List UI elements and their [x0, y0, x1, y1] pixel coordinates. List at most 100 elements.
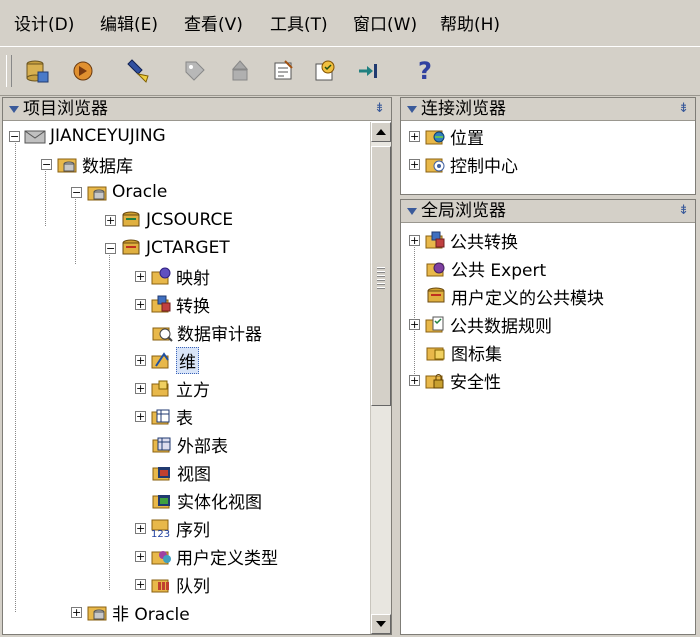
- tree-node-locations[interactable]: + 位置: [409, 124, 484, 149]
- tree-node-sequences[interactable]: + 123 序列: [135, 516, 210, 541]
- help-glyph: ?: [418, 57, 432, 85]
- tree-node-public-transformations[interactable]: + 公共转换: [409, 228, 518, 253]
- tree-label: 非 Oracle: [112, 604, 190, 625]
- tree-node-project[interactable]: − JIANCEYUJING: [9, 124, 166, 148]
- tree-node-tables[interactable]: + 表: [135, 404, 193, 429]
- expand-toggle[interactable]: +: [409, 158, 420, 170]
- transformation-icon: [424, 230, 446, 250]
- project-tree-scrollbar[interactable]: [370, 122, 391, 634]
- validate-icon[interactable]: [310, 56, 340, 86]
- tree-node-transformations[interactable]: + 转换: [135, 292, 210, 317]
- collapse-toggle[interactable]: −: [41, 158, 52, 170]
- collapse-toggle[interactable]: −: [71, 186, 82, 198]
- expand-toggle[interactable]: +: [409, 374, 420, 386]
- expand-toggle[interactable]: +: [135, 382, 146, 394]
- tree-node-user-defined-public-modules[interactable]: 用户定义的公共模块: [425, 284, 604, 309]
- expand-toggle[interactable]: +: [135, 270, 146, 282]
- menu-window[interactable]: 窗口(W): [353, 10, 417, 35]
- collapse-triangle-icon[interactable]: [9, 105, 19, 113]
- materialized-view-icon: [151, 490, 173, 510]
- properties-icon[interactable]: [268, 56, 298, 86]
- menu-design[interactable]: 设计(D): [14, 10, 74, 35]
- database-folder-icon: [56, 154, 78, 174]
- tree-label: 序列: [176, 520, 210, 541]
- global-browser-title: 全局浏览器: [421, 201, 506, 221]
- tree-node-icon-sets[interactable]: 图标集: [425, 340, 502, 365]
- tag-icon[interactable]: [180, 56, 210, 86]
- tree-label: 数据库: [82, 156, 133, 177]
- tree-node-oracle[interactable]: − Oracle: [71, 180, 167, 204]
- tree-node-data-auditors[interactable]: 数据审计器: [151, 320, 262, 345]
- tree-node-non-oracle[interactable]: + 非 Oracle: [71, 600, 190, 625]
- expand-toggle[interactable]: +: [135, 410, 146, 422]
- scroll-up-button[interactable]: [371, 122, 391, 142]
- tree-node-external-tables[interactable]: 外部表: [151, 432, 228, 457]
- expand-toggle[interactable]: +: [409, 130, 420, 142]
- location-folder-icon: [424, 126, 446, 146]
- tree-node-dimensions[interactable]: + 维: [135, 346, 199, 374]
- toolbar-grip[interactable]: [6, 55, 12, 87]
- sequence-icon-text: 123: [151, 529, 170, 538]
- expand-toggle[interactable]: +: [71, 606, 82, 618]
- connection-tree: + 位置 + 控制中心: [401, 122, 695, 194]
- expand-toggle[interactable]: +: [105, 214, 116, 226]
- flashlight-icon[interactable]: [122, 56, 152, 86]
- tree-node-user-defined-types[interactable]: + 用户定义类型: [135, 544, 278, 569]
- pin-icon[interactable]: ⇟: [678, 200, 689, 222]
- tree-node-materialized-views[interactable]: 实体化视图: [151, 488, 262, 513]
- collapse-toggle[interactable]: −: [105, 242, 116, 254]
- deploy-icon[interactable]: [225, 56, 255, 86]
- global-tree: + 公共转换 公共 Expert 用户定义的公共模块 + 公共数据规则 图标集 …: [401, 224, 695, 634]
- expand-toggle[interactable]: +: [135, 298, 146, 310]
- project-browser-title-bar: 项目浏览器 ⇟: [3, 98, 391, 121]
- tree-guide: [109, 250, 110, 590]
- pin-icon[interactable]: ⇟: [678, 98, 689, 120]
- tree-node-security[interactable]: + 安全性: [409, 368, 501, 393]
- tree-label: 实体化视图: [177, 492, 262, 513]
- tree-guide: [15, 140, 16, 612]
- tree-node-mappings[interactable]: + 映射: [135, 264, 210, 289]
- scroll-thumb[interactable]: [371, 146, 391, 406]
- security-icon: [424, 370, 446, 390]
- scroll-down-button[interactable]: [371, 614, 391, 634]
- expand-toggle[interactable]: +: [135, 550, 146, 562]
- expand-toggle[interactable]: +: [135, 354, 146, 366]
- tree-guide: [75, 194, 76, 264]
- expand-toggle[interactable]: +: [409, 234, 420, 246]
- expand-toggle[interactable]: +: [135, 522, 146, 534]
- menu-help[interactable]: 帮助(H): [440, 10, 500, 35]
- database-icon[interactable]: [22, 56, 52, 86]
- tree-node-databases[interactable]: − 数据库: [41, 152, 133, 177]
- menu-tools[interactable]: 工具(T): [270, 10, 328, 35]
- tree-label: 队列: [176, 576, 210, 597]
- tree-node-control-center[interactable]: + 控制中心: [409, 152, 518, 177]
- help-icon[interactable]: ?: [410, 56, 440, 86]
- wizard-icon[interactable]: [68, 56, 98, 86]
- tree-node-public-data-rules[interactable]: + 公共数据规则: [409, 312, 552, 337]
- collapse-triangle-icon[interactable]: [407, 207, 417, 215]
- menu-bar: 设计(D) 编辑(E) 查看(V) 工具(T) 窗口(W) 帮助(H): [0, 0, 700, 44]
- tree-label: 公共数据规则: [450, 316, 552, 337]
- module-icon: [425, 286, 447, 306]
- tree-node-cubes[interactable]: + 立方: [135, 376, 210, 401]
- auditor-icon: [151, 322, 173, 342]
- user-type-icon: [150, 546, 172, 566]
- dimension-icon: [150, 350, 172, 370]
- tree-node-views[interactable]: 视图: [151, 460, 211, 485]
- menu-edit[interactable]: 编辑(E): [100, 10, 158, 35]
- tree-node-queues[interactable]: + 队列: [135, 572, 210, 597]
- menu-view[interactable]: 查看(V): [184, 10, 243, 35]
- tree-label: 转换: [176, 296, 210, 317]
- collapse-triangle-icon[interactable]: [407, 105, 417, 113]
- collapse-toggle[interactable]: −: [9, 130, 20, 142]
- expand-toggle[interactable]: +: [409, 318, 420, 330]
- tree-node-public-experts[interactable]: 公共 Expert: [425, 256, 546, 281]
- tree-label: 位置: [450, 128, 484, 149]
- goto-icon[interactable]: [353, 56, 383, 86]
- expert-icon: [425, 258, 447, 278]
- expand-toggle[interactable]: +: [135, 578, 146, 590]
- pin-icon[interactable]: ⇟: [374, 98, 385, 120]
- tree-node-jctarget[interactable]: − JCTARGET: [105, 236, 230, 260]
- sequence-icon: 123: [150, 518, 172, 538]
- tree-node-jcsource[interactable]: + JCSOURCE: [105, 208, 233, 232]
